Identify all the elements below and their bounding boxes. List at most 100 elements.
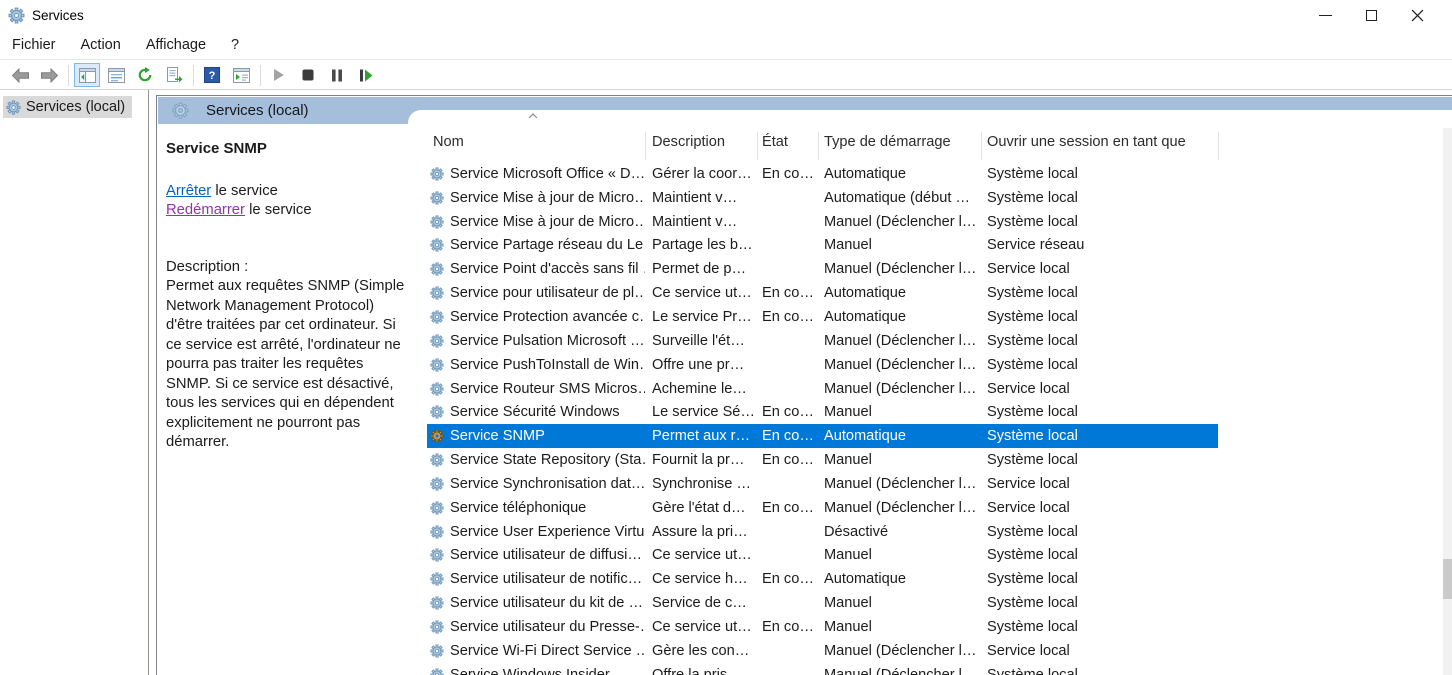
show-console-tree-button[interactable]: [74, 63, 100, 87]
table-row[interactable]: Service Routeur SMS Micros… Achemine le……: [427, 377, 1218, 401]
close-button[interactable]: [1394, 0, 1440, 30]
table-row[interactable]: Service Microsoft Office « D… Gérer la c…: [427, 162, 1218, 186]
table-row[interactable]: Service State Repository (Sta… Fournit l…: [427, 448, 1218, 472]
table-row[interactable]: Service Protection avancée c… Le service…: [427, 305, 1218, 329]
vertical-scrollbar[interactable]: [1443, 128, 1452, 675]
back-icon: [11, 68, 30, 83]
scrollbar-thumb[interactable]: [1443, 559, 1452, 599]
table-row[interactable]: Service utilisateur de diffusi… Ce servi…: [427, 544, 1218, 568]
service-description: Ce service ut…: [645, 285, 757, 301]
table-row[interactable]: Service User Experience Virtu… Assure la…: [427, 520, 1218, 544]
services-panel: Services (local) Service SNMP Arrêter le…: [156, 95, 1452, 675]
restart-service-button[interactable]: [353, 63, 379, 87]
service-startup-type: Manuel: [818, 547, 981, 563]
service-gear-icon: [430, 191, 444, 205]
service-state: En co…: [757, 166, 818, 182]
service-startup-type: Manuel (Déclencher l…: [818, 333, 981, 349]
table-row[interactable]: Service Mise à jour de Micro… Maintient …: [427, 210, 1218, 234]
tree-item-label: Services (local): [26, 99, 125, 115]
column-separator[interactable]: [1218, 132, 1219, 160]
menu-affichage[interactable]: Affichage: [144, 35, 208, 55]
service-description: Ce service ut…: [645, 619, 757, 635]
service-gear-icon: [430, 382, 444, 396]
refresh-button[interactable]: [132, 63, 158, 87]
maximize-button[interactable]: [1348, 0, 1394, 30]
properties-button[interactable]: [103, 63, 129, 87]
stop-service-link[interactable]: Arrêter: [166, 183, 211, 199]
toolbar-separator: [260, 65, 261, 86]
column-header-type-demarrage[interactable]: Type de démarrage: [824, 134, 951, 150]
service-gear-icon: [430, 167, 444, 181]
service-description: Surveille l'ét…: [645, 333, 757, 349]
service-name: Service Windows Insider: [450, 667, 610, 675]
extended-view-button[interactable]: [228, 63, 254, 87]
services-app-icon: [8, 7, 25, 24]
extended-view-description-pane: Service SNMP Arrêter le service Redémarr…: [158, 125, 408, 675]
table-row[interactable]: Service Windows Insider Offre la pris… M…: [427, 663, 1218, 675]
menu-help[interactable]: ?: [229, 35, 241, 55]
table-row[interactable]: Service utilisateur du kit de … Service …: [427, 591, 1218, 615]
service-logon-as: Système local: [981, 667, 1218, 675]
extended-view-icon: [233, 68, 250, 83]
tree-item-services-local[interactable]: Services (local): [3, 96, 132, 118]
restart-service-icon: [359, 69, 373, 82]
table-row[interactable]: Service SNMP Permet aux r… En co… Automa…: [427, 424, 1218, 448]
back-button[interactable]: [7, 63, 33, 87]
menu-fichier[interactable]: Fichier: [10, 35, 58, 55]
properties-icon: [108, 68, 125, 83]
services-gear-icon: [172, 102, 189, 119]
table-row[interactable]: Service Pulsation Microsoft … Surveille …: [427, 329, 1218, 353]
service-description: Permet aux r…: [645, 428, 757, 444]
services-gear-icon: [6, 100, 21, 115]
column-header-ouvrir-session[interactable]: Ouvrir une session en tant que: [987, 134, 1186, 150]
service-name: Service User Experience Virtu…: [450, 524, 645, 540]
table-row[interactable]: Service Synchronisation dat… Synchronise…: [427, 472, 1218, 496]
console-tree-pane: Services (local): [0, 90, 149, 675]
table-row[interactable]: Service Sécurité Windows Le service Sé… …: [427, 400, 1218, 424]
service-startup-type: Manuel (Déclencher l…: [818, 500, 981, 516]
column-header-description[interactable]: Description: [652, 134, 725, 150]
restart-service-link[interactable]: Redémarrer: [166, 202, 245, 218]
column-header-nom[interactable]: Nom: [433, 134, 464, 150]
service-gear-icon: [430, 525, 444, 539]
export-list-button[interactable]: [161, 63, 187, 87]
table-row[interactable]: Service utilisateur du Presse-… Ce servi…: [427, 615, 1218, 639]
help-button[interactable]: ?: [199, 63, 225, 87]
service-name: Service Pulsation Microsoft …: [450, 333, 645, 349]
service-gear-icon: [430, 453, 444, 467]
service-startup-type: Désactivé: [818, 524, 981, 540]
service-logon-as: Système local: [981, 524, 1218, 540]
table-row[interactable]: Service Point d'accès sans fil … Permet …: [427, 257, 1218, 281]
service-logon-as: Service local: [981, 643, 1218, 659]
table-row[interactable]: Service Wi-Fi Direct Service … Gère les …: [427, 639, 1218, 663]
service-description: Maintient v…: [645, 190, 757, 206]
service-description: Ce service ut…: [645, 547, 757, 563]
start-service-button[interactable]: [266, 63, 292, 87]
forward-button[interactable]: [36, 63, 62, 87]
table-row[interactable]: Service téléphonique Gère l'état d… En c…: [427, 496, 1218, 520]
svg-text:?: ?: [209, 70, 216, 82]
minimize-button[interactable]: [1302, 0, 1348, 30]
service-startup-type: Automatique: [818, 285, 981, 301]
column-separator[interactable]: [818, 132, 819, 160]
service-description: Assure la pri…: [645, 524, 757, 540]
column-separator[interactable]: [757, 132, 758, 160]
stop-service-button[interactable]: [295, 63, 321, 87]
table-row[interactable]: Service Mise à jour de Micro… Maintient …: [427, 186, 1218, 210]
service-startup-type: Manuel (Déclencher l…: [818, 381, 981, 397]
table-row[interactable]: Service utilisateur de notific… Ce servi…: [427, 567, 1218, 591]
service-description: Offre une pr…: [645, 357, 757, 373]
column-separator[interactable]: [645, 132, 646, 160]
menu-action[interactable]: Action: [79, 35, 123, 55]
service-startup-type: Automatique (début …: [818, 190, 981, 206]
table-row[interactable]: Service pour utilisateur de pl… Ce servi…: [427, 281, 1218, 305]
service-startup-type: Automatique: [818, 571, 981, 587]
table-row[interactable]: Service PushToInstall de Win… Offre une …: [427, 353, 1218, 377]
services-list-view: Nom Description État Type de démarrage O…: [408, 110, 1452, 675]
service-state: En co…: [757, 500, 818, 516]
stop-link-suffix: le service: [211, 183, 278, 199]
pause-service-button[interactable]: [324, 63, 350, 87]
column-separator[interactable]: [981, 132, 982, 160]
table-row[interactable]: Service Partage réseau du Le… Partage le…: [427, 234, 1218, 258]
column-header-etat[interactable]: État: [762, 134, 788, 150]
